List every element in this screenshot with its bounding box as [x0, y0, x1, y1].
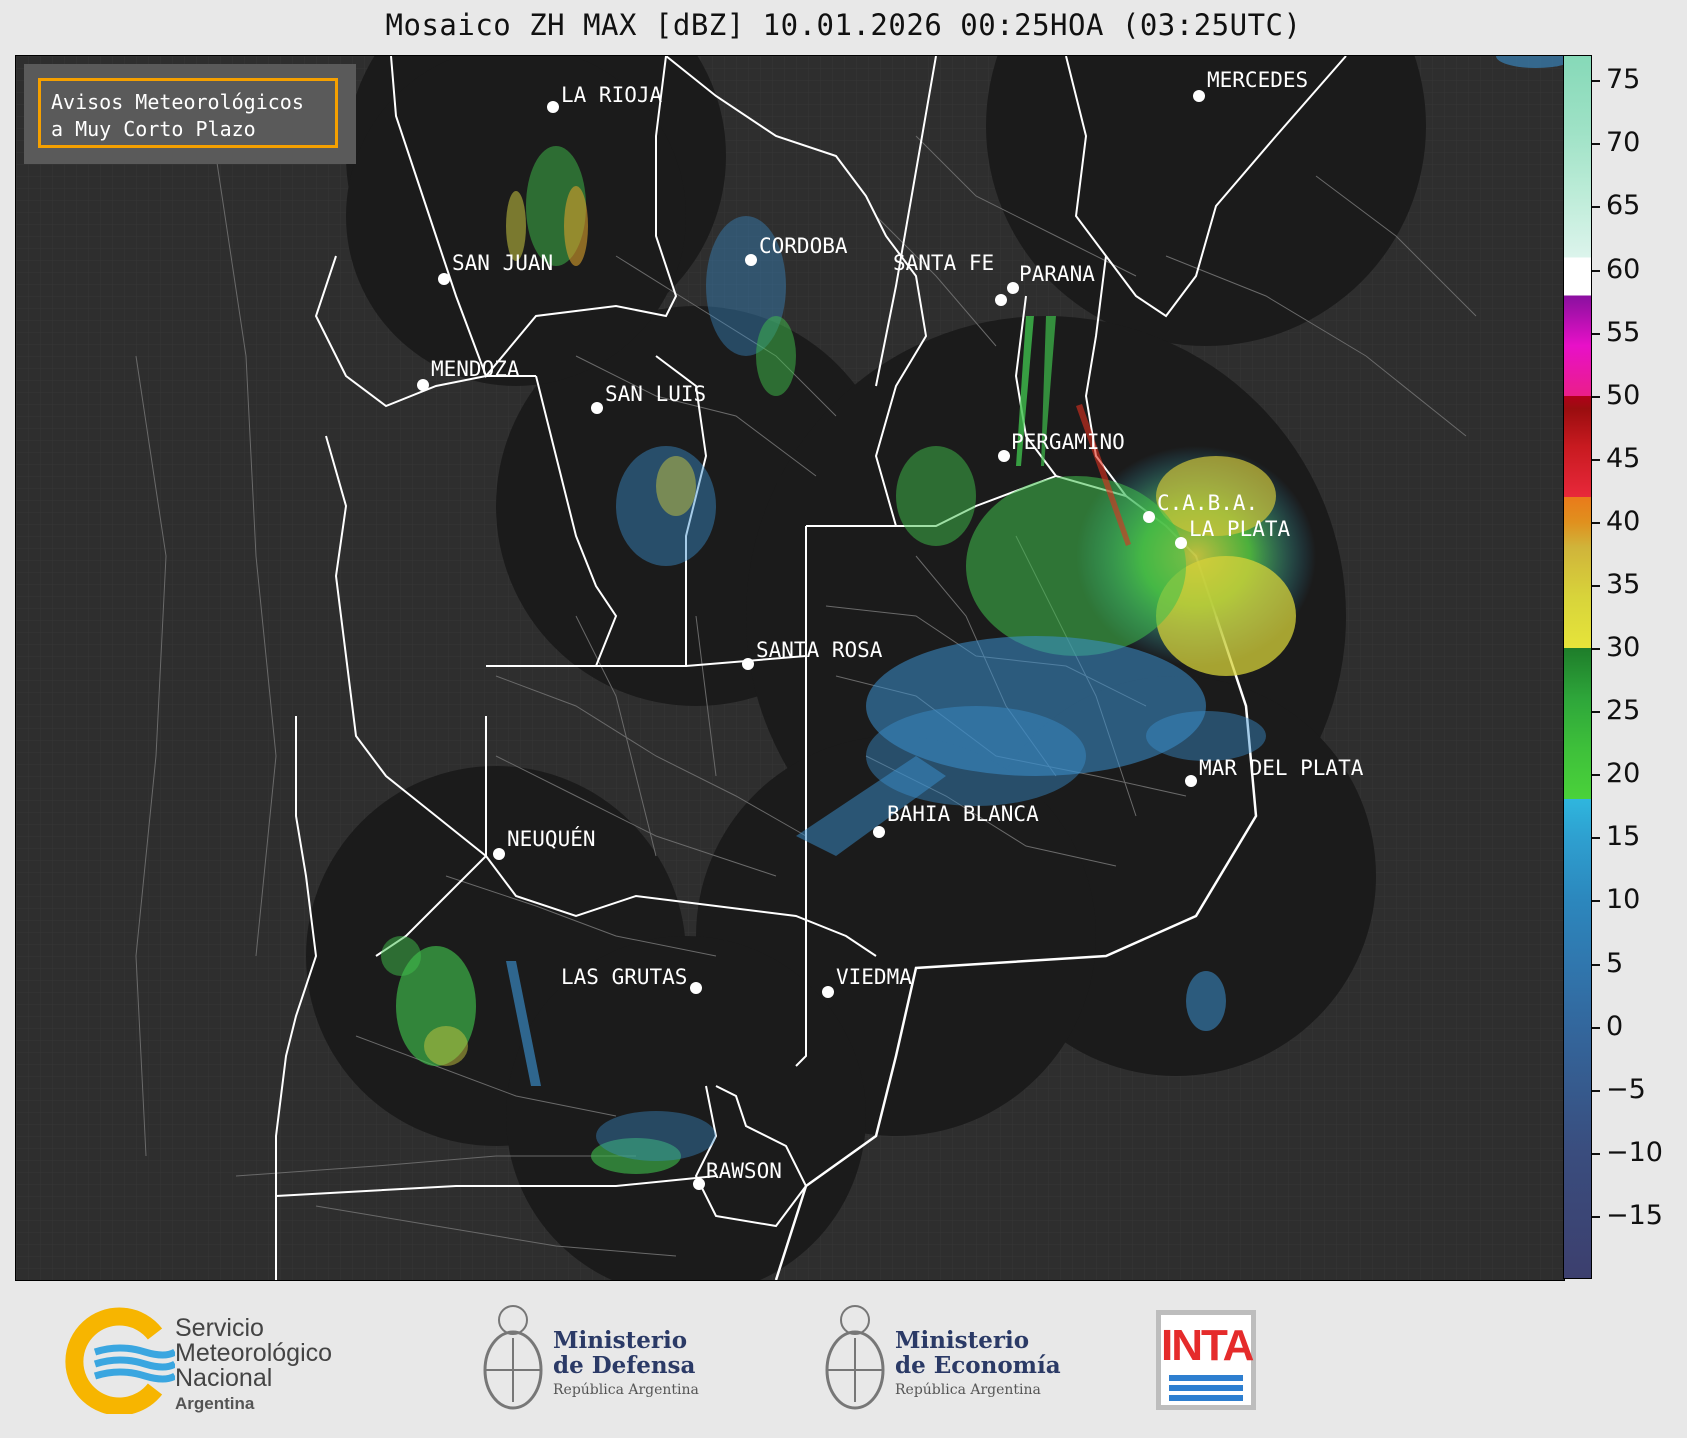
- city-label-caba: C.A.B.A.: [1157, 491, 1258, 515]
- colorbar: [1563, 55, 1592, 1279]
- argentina-shield-icon: [483, 1305, 543, 1410]
- notice-box[interactable]: Avisos Meteorológicos a Muy Corto Plazo: [38, 78, 338, 148]
- map-canvas: LA RIOJA MERCEDES CORDOBA SAN JUAN SANTA…: [16, 56, 1564, 1280]
- radar-map[interactable]: LA RIOJA MERCEDES CORDOBA SAN JUAN SANTA…: [15, 55, 1565, 1281]
- city-label-san-juan: SAN JUAN: [452, 251, 553, 275]
- inta-wordmark: INTA: [1161, 1321, 1254, 1370]
- city-label-la-rioja: LA RIOJA: [561, 83, 663, 107]
- colorbar-tick-label: −5: [1606, 1073, 1646, 1105]
- city-label-mercedes: MERCEDES: [1207, 68, 1308, 92]
- argentina-shield-icon: [825, 1305, 885, 1410]
- city-label-las-grutas: LAS GRUTAS: [561, 965, 687, 989]
- colorbar-tick-label: 50: [1606, 379, 1641, 411]
- smn-line4: Argentina: [175, 1394, 255, 1413]
- colorbar-tick-label: 35: [1606, 568, 1641, 600]
- city-label-viedma: VIEDMA: [836, 965, 912, 989]
- smn-logo: Servicio Meteorológico Nacional Argentin…: [65, 1292, 395, 1422]
- colorbar-tick-label: 40: [1606, 505, 1641, 537]
- city-label-neuquen: NEUQUÉN: [507, 826, 596, 851]
- colorbar-tick-label: −15: [1606, 1199, 1663, 1231]
- colorbar-tick-label: 65: [1606, 190, 1641, 222]
- inta-logo: INTA: [1156, 1310, 1256, 1410]
- colorbar-tick-label: 45: [1606, 442, 1641, 474]
- economia-line1: Ministerio: [895, 1327, 1030, 1354]
- colorbar-tick-label: 60: [1606, 253, 1641, 285]
- colorbar-tick-label: −10: [1606, 1136, 1663, 1168]
- economia-line3: República Argentina: [895, 1382, 1041, 1398]
- city-label-pergamino: PERGAMINO: [1011, 430, 1125, 454]
- colorbar-tick-label: 30: [1606, 632, 1641, 664]
- footer-logos: Servicio Meteorológico Nacional Argentin…: [0, 1282, 1687, 1438]
- colorbar-tick-label: 0: [1606, 1010, 1624, 1042]
- smn-text: Servicio Meteorológico Nacional Argentin…: [175, 1316, 332, 1416]
- colorbar-ticks: 75 70 65 60 55 50 45 40 35 30 25 20 15 10 5 0 −5 −10 −15: [1592, 55, 1687, 1279]
- colorbar-tick-label: 10: [1606, 884, 1641, 916]
- defensa-text: Ministerio de Defensa República Argentin…: [553, 1328, 699, 1403]
- notice-line2: a Muy Corto Plazo: [51, 117, 256, 141]
- defensa-line2: de Defensa: [553, 1352, 696, 1379]
- notice-line1: Avisos Meteorológicos: [51, 90, 304, 114]
- colorbar-tick-label: 5: [1606, 947, 1624, 979]
- smn-line3: Nacional: [175, 1364, 273, 1392]
- defensa-line1: Ministerio: [553, 1327, 688, 1354]
- city-label-mar-del-plata: MAR DEL PLATA: [1199, 756, 1364, 780]
- city-label-san-luis: SAN LUIS: [605, 382, 706, 406]
- city-label-parana: PARANA: [1019, 262, 1095, 286]
- notice-panel[interactable]: Avisos Meteorológicos a Muy Corto Plazo: [24, 64, 356, 164]
- map-title: Mosaico ZH MAX [dBZ] 10.01.2026 00:25HOA…: [385, 8, 1302, 42]
- city-label-santa-rosa: SANTA ROSA: [756, 638, 883, 662]
- defensa-logo: Ministerio de Defensa República Argentin…: [478, 1292, 728, 1422]
- city-label-cordoba: CORDOBA: [759, 234, 848, 258]
- economia-logo: Ministerio de Economía República Argenti…: [820, 1292, 1080, 1422]
- colorbar-tick-label: 70: [1606, 127, 1641, 159]
- city-label-mendoza: MENDOZA: [431, 357, 520, 381]
- city-label-la-plata: LA PLATA: [1189, 517, 1291, 541]
- smn-line1: Servicio: [175, 1314, 264, 1342]
- colorbar-tick-label: 75: [1606, 64, 1641, 96]
- colorbar-tick-label: 20: [1606, 758, 1641, 790]
- city-label-rawson: RAWSON: [706, 1159, 782, 1183]
- economia-line2: de Economía: [895, 1352, 1061, 1379]
- smn-line2: Meteorológico: [175, 1339, 333, 1367]
- smn-emblem-icon: [65, 1307, 175, 1414]
- economia-text: Ministerio de Economía República Argenti…: [895, 1328, 1061, 1403]
- city-label-santa-fe: SANTA FE: [893, 251, 994, 275]
- colorbar-tick-label: 15: [1606, 821, 1641, 853]
- colorbar-tick-label: 55: [1606, 316, 1641, 348]
- defensa-line3: República Argentina: [553, 1382, 699, 1398]
- city-label-bahia-blanca: BAHIA BLANCA: [887, 802, 1039, 826]
- colorbar-tick-label: 25: [1606, 695, 1641, 727]
